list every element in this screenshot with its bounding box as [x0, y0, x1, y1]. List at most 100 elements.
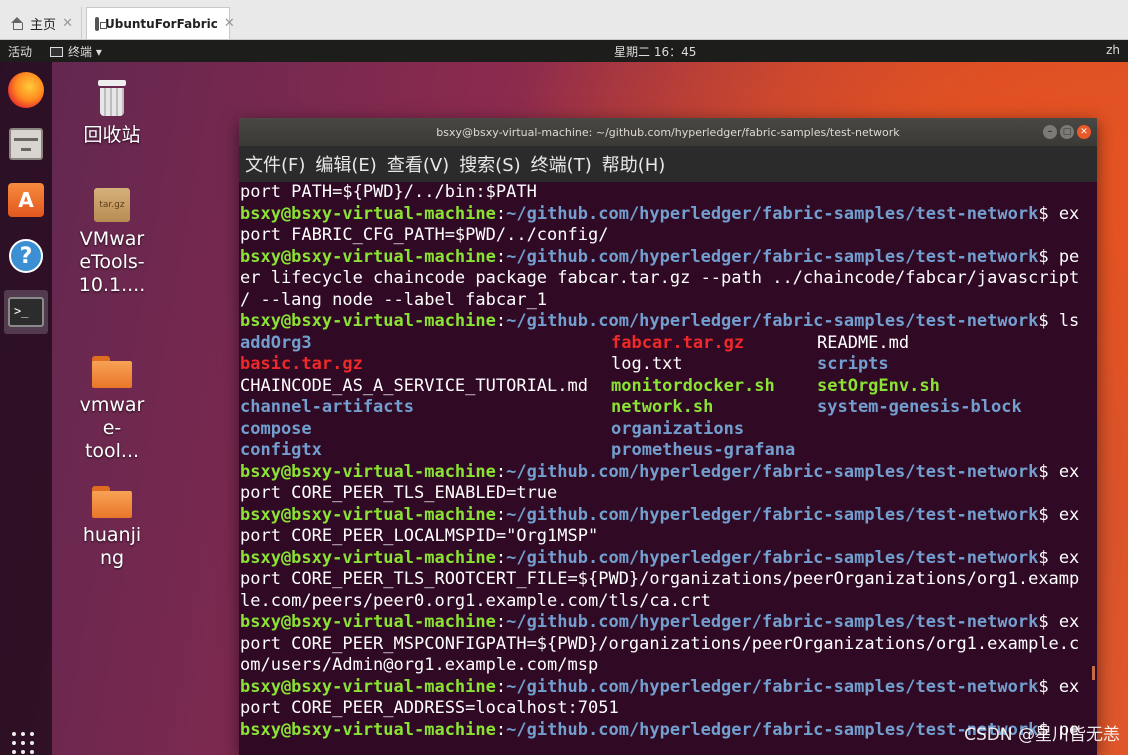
ls-row: channel-artifacts network.sh system-genesi…	[240, 397, 1097, 419]
clock[interactable]: 星期二 16：45	[614, 43, 696, 60]
command-text: $ ls	[1038, 311, 1080, 331]
terminal-scrollbar[interactable]	[1092, 666, 1095, 680]
output-text: port CORE_PEER_ADDRESS=localhost:7051	[240, 698, 619, 718]
terminal-menubar: 文件(F) 编辑(E) 查看(V) 搜索(S) 终端(T) 帮助(H)	[239, 146, 1097, 182]
close-icon[interactable]: ✕	[1077, 125, 1091, 139]
menu-view[interactable]: 查看(V)	[387, 151, 449, 177]
firefox-icon	[8, 72, 44, 108]
ls-entry: monitordocker.sh	[611, 375, 775, 396]
command-text: $ pe	[1038, 246, 1080, 267]
vm-icon	[95, 16, 107, 31]
menu-help[interactable]: 帮助(H)	[602, 151, 666, 177]
prompt-user: bsxy@bsxy-virtual-machine	[240, 461, 496, 482]
output-text: port CORE_PEER_TLS_ENABLED=true	[240, 483, 558, 503]
dock-software-center[interactable]: A	[4, 178, 48, 222]
desktop-icon-label: 回收站	[83, 124, 141, 146]
tab-ubuntu-for-fabric[interactable]: UbuntuForFabric ✕	[86, 7, 235, 39]
command-text: $ ex	[1038, 676, 1080, 697]
prompt-sep: :	[495, 504, 507, 525]
prompt-path: ~/github.com/hyperledger/fabric-samples/…	[506, 246, 1039, 267]
ls-entry: fabcar.tar.gz	[611, 332, 745, 353]
ls-row: addOrg3 fabcar.tar.gz README.md	[240, 333, 1097, 355]
desktop-icon-huanjing-folder[interactable]: huanji ng	[72, 486, 152, 570]
prompt-sep: :	[495, 246, 507, 267]
terminal-line: le.com/peers/peer0.org1.example.com/tls/…	[240, 591, 1097, 613]
terminal-line: bsxy@bsxy-virtual-machine: ~/github.com/h…	[240, 311, 1097, 333]
dock-terminal[interactable]: >_	[4, 290, 48, 334]
prompt-sep: :	[495, 676, 507, 697]
csdn-watermark: CSDN @星川皆无恙	[964, 725, 1120, 745]
ls-entry: README.md	[817, 332, 910, 353]
menu-file[interactable]: 文件(F)	[245, 151, 305, 177]
ls-entry: organizations	[611, 418, 745, 439]
ls-entry: compose	[240, 418, 312, 439]
prompt-path: ~/github.com/hyperledger/fabric-samples/…	[506, 612, 1039, 632]
terminal-line: port FABRIC_CFG_PATH=$PWD/../config/	[240, 225, 1097, 247]
minimize-icon[interactable]: –	[1043, 125, 1057, 139]
menu-search[interactable]: 搜索(S)	[459, 151, 520, 177]
desktop-icon-vmware-tools-folder[interactable]: vmwar e- tool...	[72, 356, 152, 463]
output-text: port PATH=${PWD}/../bin:$PATH	[240, 182, 537, 202]
prompt-path: ~/github.com/hyperledger/fabric-samples/…	[506, 311, 1039, 331]
output-text: om/users/Admin@org1.example.com/msp	[240, 655, 599, 675]
terminal-icon: >_	[8, 297, 44, 327]
output-text: le.com/peers/peer0.org1.example.com/tls/…	[240, 590, 711, 611]
prompt-user: bsxy@bsxy-virtual-machine	[240, 719, 496, 740]
prompt-user: bsxy@bsxy-virtual-machine	[240, 547, 496, 568]
close-icon[interactable]: ✕	[62, 16, 73, 31]
prompt-sep: :	[495, 719, 507, 740]
ls-entry: log.txt	[611, 354, 683, 374]
ls-entry: configtx	[240, 440, 322, 460]
window-titlebar[interactable]: bsxy@bsxy-virtual-machine: ~/github.com/…	[239, 118, 1097, 146]
desktop-icon-label: vmwar	[79, 394, 145, 416]
terminal-line: bsxy@bsxy-virtual-machine: ~/github.com/h…	[240, 505, 1097, 527]
dock: A ? >_	[0, 62, 52, 755]
tab-home[interactable]: 主页 ✕	[2, 7, 82, 39]
terminal-line: om/users/Admin@org1.example.com/msp	[240, 655, 1097, 677]
command-text: $ ex	[1038, 203, 1080, 224]
output-text: port CORE_PEER_TLS_ROOTCERT_FILE=${PWD}/…	[240, 569, 1080, 589]
ls-row: compose organizations	[240, 419, 1097, 441]
terminal-line: bsxy@bsxy-virtual-machine: ~/github.com/h…	[240, 462, 1097, 484]
show-applications-icon[interactable]	[12, 732, 38, 754]
files-icon	[9, 128, 43, 160]
desktop-icon-label: VMwar	[79, 228, 145, 250]
menu-edit[interactable]: 编辑(E)	[315, 151, 376, 177]
terminal-line: bsxy@bsxy-virtual-machine: ~/github.com/h…	[240, 204, 1097, 226]
activities-button[interactable]: 活动	[8, 43, 32, 60]
input-method-indicator[interactable]: zh	[1106, 43, 1120, 57]
desktop-icon-vmwaretools-archive[interactable]: tar.gz VMwar eTools- 10.1....	[72, 188, 152, 297]
desktop-icon-label: huanji	[82, 524, 142, 546]
maximize-icon[interactable]: □	[1060, 125, 1074, 139]
tab-home-label: 主页	[30, 17, 57, 33]
prompt-path: ~/github.com/hyperledger/fabric-samples/…	[506, 719, 1039, 740]
desktop-icon-label: ng	[99, 547, 125, 569]
prompt-path: ~/github.com/hyperledger/fabric-samples/…	[506, 547, 1039, 568]
trash-icon	[96, 80, 128, 118]
prompt-user: bsxy@bsxy-virtual-machine	[240, 504, 496, 525]
prompt-user: bsxy@bsxy-virtual-machine	[240, 612, 496, 632]
terminal-window: bsxy@bsxy-virtual-machine: ~/github.com/…	[239, 118, 1097, 755]
dock-files[interactable]	[4, 122, 48, 166]
menu-terminal[interactable]: 终端(T)	[531, 151, 592, 177]
prompt-path: ~/github.com/hyperledger/fabric-samples/…	[506, 504, 1039, 525]
dock-help[interactable]: ?	[4, 234, 48, 278]
output-text: port CORE_PEER_MSPCONFIGPATH=${PWD}/orga…	[240, 633, 1080, 654]
home-icon	[10, 17, 24, 30]
terminal-line: er lifecycle chaincode package fabcar.ta…	[240, 268, 1097, 290]
folder-icon	[92, 486, 132, 518]
close-icon[interactable]: ✕	[224, 16, 235, 31]
output-text: / --lang node --label fabcar_1	[240, 289, 548, 310]
desktop-icon-trash[interactable]: 回收站	[72, 80, 152, 147]
tab-vm-label: UbuntuForFabric	[105, 16, 218, 31]
help-icon: ?	[9, 239, 43, 273]
ls-entry: addOrg3	[240, 332, 312, 353]
terminal-output[interactable]: port PATH=${PWD}/../bin:$PATH bsxy@bsxy-v…	[239, 182, 1097, 755]
prompt-path: ~/github.com/hyperledger/fabric-samples/…	[506, 203, 1039, 224]
prompt-user: bsxy@bsxy-virtual-machine	[240, 246, 496, 267]
command-text: $ ex	[1038, 612, 1080, 632]
app-menu[interactable]: 终端 ▾	[50, 43, 102, 60]
desktop-icon-label: eTools-	[79, 251, 145, 273]
ls-row: basic.tar.gz log.txt scripts	[240, 354, 1097, 376]
dock-firefox[interactable]	[4, 68, 48, 112]
